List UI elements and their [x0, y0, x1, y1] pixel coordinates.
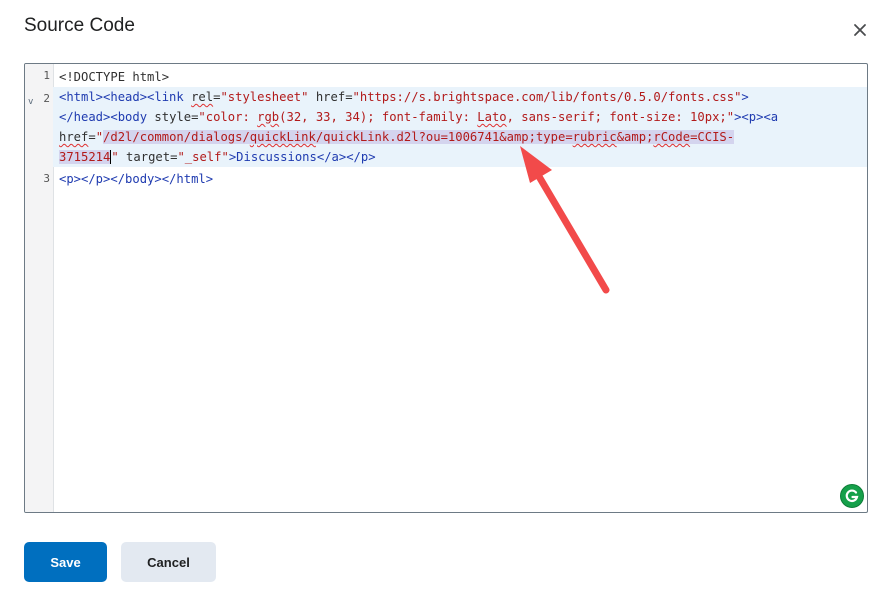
- source-code-editor[interactable]: 1 v 2 3 <!DOCTYPE html> <html><head><lin…: [24, 63, 868, 513]
- code-line-1: <!DOCTYPE html>: [59, 70, 170, 84]
- line-number: 3: [43, 172, 50, 185]
- code-area[interactable]: <!DOCTYPE html> <html><head><link rel="s…: [53, 64, 867, 512]
- close-icon: [854, 24, 866, 36]
- grammarly-icon: [845, 489, 859, 503]
- grammarly-button[interactable]: [840, 484, 864, 508]
- save-button[interactable]: Save: [24, 542, 107, 582]
- selected-text: /d2l/common/dialogs/quickLink/quickLink.…: [103, 130, 735, 144]
- line-number: 1: [43, 69, 50, 82]
- code-line-2-row-3: href="/d2l/common/dialogs/quickLink/quic…: [59, 130, 735, 144]
- code-line-2-row-2: </head><body style="color: rgb(32, 33, 3…: [59, 110, 779, 124]
- selected-text: 3715214: [59, 150, 111, 164]
- line-number-gutter: 1 v 2 3: [25, 64, 54, 512]
- code-line-2-row-1: <html><head><link rel="stylesheet" href=…: [59, 90, 749, 104]
- dialog-title: Source Code: [24, 15, 135, 36]
- code-line-3: <p></p></body></html>: [59, 172, 214, 186]
- line-number: 2: [43, 92, 50, 105]
- code-line-2-row-4: 3715214" target="_self">Discussions</a><…: [59, 150, 376, 164]
- cancel-button[interactable]: Cancel: [121, 542, 216, 582]
- close-button[interactable]: [848, 18, 872, 42]
